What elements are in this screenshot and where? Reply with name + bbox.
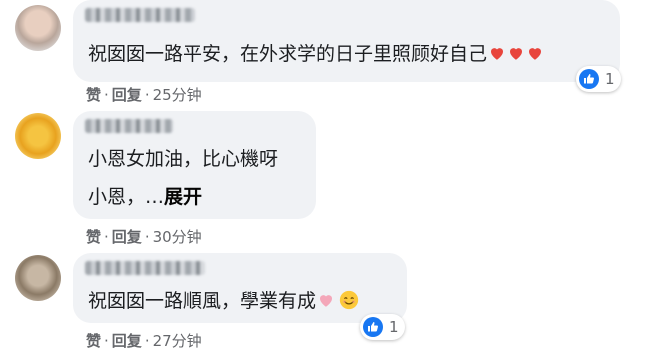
comment-text-body: 祝囡囡一路平安，在外求学的日子里照顾好自己 <box>88 43 488 65</box>
timestamp[interactable]: 27分钟 <box>153 332 202 350</box>
heart-emoji <box>320 295 333 307</box>
comment-text-body: 祝囡囡一路順風，學業有成 <box>88 290 317 312</box>
comment-bubble: 祝囡囡一路平安，在外求学的日子里照顾好自己 <box>73 0 620 82</box>
reply-button[interactable]: 回复 <box>112 228 142 246</box>
comment-actions: 赞 · 回复 · 30分钟 <box>86 228 202 246</box>
like-button[interactable]: 赞 <box>86 332 101 350</box>
thumbs-up-icon <box>363 317 383 337</box>
comment-text-line-2: 小恩，…展开 <box>88 185 202 209</box>
comment-text-truncated: 小恩，… <box>88 186 165 208</box>
thumbs-up-icon <box>579 69 599 89</box>
avatar[interactable] <box>15 5 61 51</box>
heart-emoji <box>529 48 542 60</box>
timestamp[interactable]: 25分钟 <box>153 86 202 104</box>
expand-link[interactable]: 展开 <box>164 186 202 208</box>
commenter-name-blurred[interactable] <box>85 119 173 133</box>
comment-bubble: 小恩女加油，比心機呀 小恩，…展开 <box>73 111 316 219</box>
reaction-count: 1 <box>389 318 399 336</box>
like-button[interactable]: 赞 <box>86 228 101 246</box>
reply-button[interactable]: 回复 <box>112 86 142 104</box>
comment-actions: 赞 · 回复 · 25分钟 <box>86 86 202 104</box>
comment-text: 祝囡囡一路順風，學業有成 <box>88 289 359 313</box>
heart-emoji <box>510 48 523 60</box>
commenter-name-blurred[interactable] <box>85 8 195 22</box>
commenter-name-blurred[interactable] <box>85 261 205 275</box>
reply-button[interactable]: 回复 <box>112 332 142 350</box>
reaction-summary[interactable]: 1 <box>576 66 621 92</box>
comment-text: 祝囡囡一路平安，在外求学的日子里照顾好自己 <box>88 42 544 66</box>
smiling-face-emoji <box>339 290 359 310</box>
avatar[interactable] <box>15 255 61 301</box>
comment-text-line-1: 小恩女加油，比心機呀 <box>88 148 279 170</box>
like-button[interactable]: 赞 <box>86 86 101 104</box>
heart-emoji <box>491 48 504 60</box>
comment-actions: 赞 · 回复 · 27分钟 <box>86 332 202 350</box>
timestamp[interactable]: 30分钟 <box>153 228 202 246</box>
reaction-count: 1 <box>605 70 615 88</box>
avatar[interactable] <box>15 113 61 159</box>
comment-bubble: 祝囡囡一路順風，學業有成 <box>73 253 407 323</box>
reaction-summary[interactable]: 1 <box>360 314 405 340</box>
